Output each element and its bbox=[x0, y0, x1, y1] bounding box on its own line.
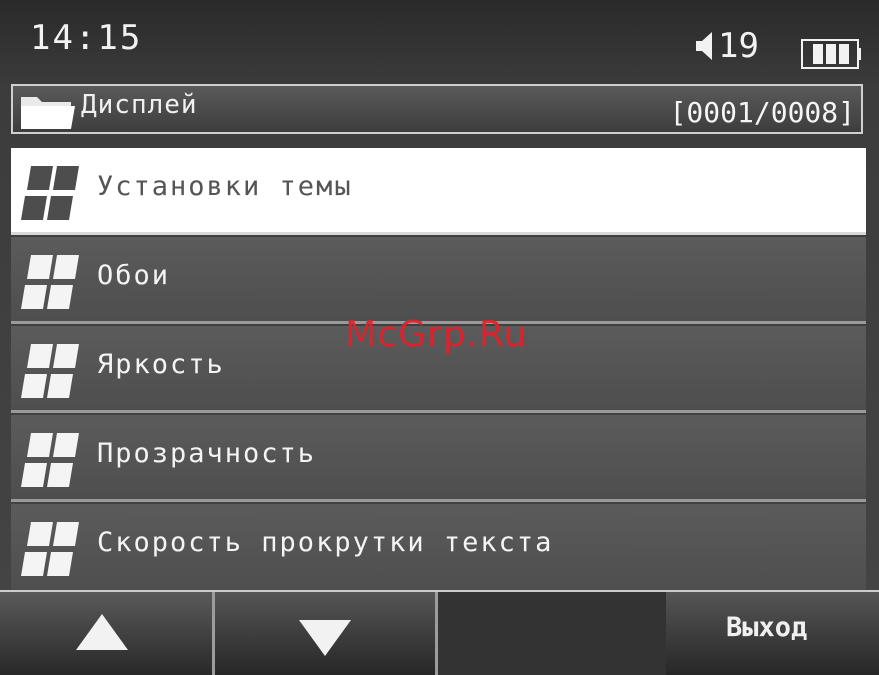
item-counter: [0001/0008] bbox=[669, 96, 855, 129]
theme-grid-icon bbox=[21, 344, 79, 398]
menu-item-label: Установки темы bbox=[97, 171, 353, 202]
menu-item-transparency[interactable]: Прозрачность bbox=[11, 415, 866, 502]
speaker-icon bbox=[696, 32, 712, 60]
arrow-down-icon bbox=[299, 620, 351, 656]
exit-button[interactable]: Выход bbox=[666, 592, 879, 675]
menu-item-scroll-speed[interactable]: Скорость прокрутки текста bbox=[11, 504, 866, 592]
theme-grid-icon bbox=[21, 522, 79, 576]
softkey-blank bbox=[438, 592, 666, 675]
watermark: McGrp.Ru bbox=[345, 314, 528, 355]
menu-item-label: Скорость прокрутки текста bbox=[97, 527, 554, 558]
theme-grid-icon bbox=[21, 255, 79, 309]
menu-item-label: Прозрачность bbox=[97, 438, 317, 469]
device-screen: 14:15 19 Дисплей [0001/0008] Установки т… bbox=[0, 0, 879, 675]
scroll-down-button[interactable] bbox=[215, 592, 438, 675]
folder-header: Дисплей [0001/0008] bbox=[11, 84, 863, 134]
scroll-up-button[interactable] bbox=[0, 592, 215, 675]
exit-button-label: Выход bbox=[726, 612, 808, 643]
theme-grid-icon bbox=[21, 166, 79, 220]
page-title: Дисплей bbox=[81, 90, 198, 120]
volume-indicator: 19 bbox=[694, 26, 759, 66]
menu-item-theme-settings[interactable]: Установки темы bbox=[11, 148, 866, 235]
folder-icon bbox=[21, 97, 75, 129]
softkey-bar: Выход bbox=[0, 590, 879, 675]
arrow-up-icon bbox=[76, 614, 128, 650]
volume-level: 19 bbox=[718, 26, 759, 66]
battery-full-icon bbox=[801, 39, 861, 69]
clock: 14:15 bbox=[30, 18, 143, 58]
menu-item-wallpaper[interactable]: Обои bbox=[11, 237, 866, 324]
theme-grid-icon bbox=[21, 433, 79, 487]
menu-item-label: Яркость bbox=[97, 349, 225, 380]
menu-item-label: Обои bbox=[97, 260, 171, 291]
status-bar: 14:15 19 bbox=[0, 0, 879, 82]
